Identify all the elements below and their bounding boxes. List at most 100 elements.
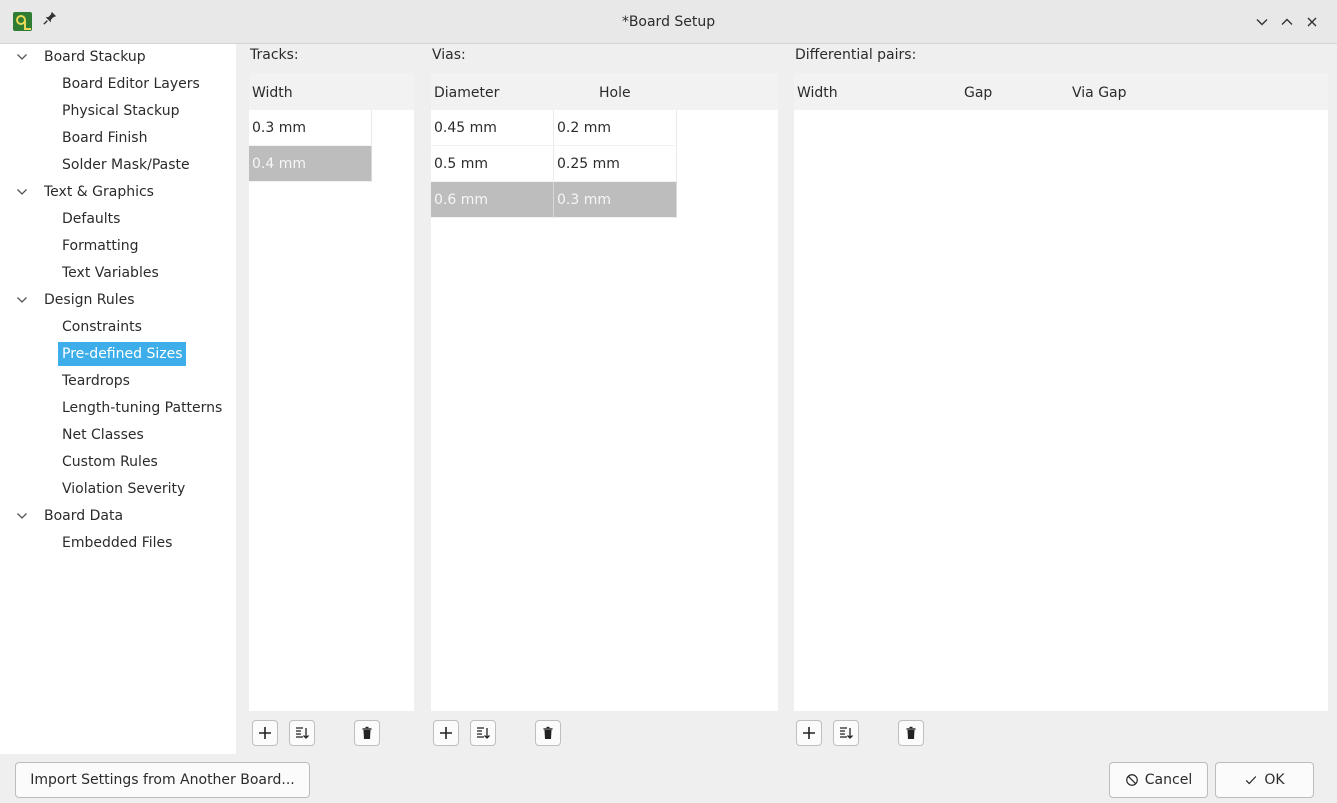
vias-label: Vias: xyxy=(432,47,466,63)
sort-icon xyxy=(477,727,490,739)
sort-icon xyxy=(296,727,309,739)
table-cell[interactable]: 0.4 mm xyxy=(249,146,372,182)
table-cell[interactable]: 0.25 mm xyxy=(554,146,677,182)
cancel-label: Cancel xyxy=(1144,772,1193,788)
add-track-button[interactable] xyxy=(252,720,278,746)
table-cell[interactable]: 0.2 mm xyxy=(554,110,677,146)
table-cell[interactable]: 0.3 mm xyxy=(249,110,372,146)
plus-icon xyxy=(440,727,452,739)
tree-item-label: Board Finish xyxy=(62,130,148,146)
tree-item-violation-severity[interactable]: Violation Severity xyxy=(0,476,236,503)
tree-item-physical-stackup[interactable]: Physical Stackup xyxy=(0,98,236,125)
diff-pairs-label: Differential pairs: xyxy=(795,47,917,63)
sort-diff-pairs-button[interactable] xyxy=(833,720,859,746)
tree-item-label: Physical Stackup xyxy=(62,103,180,119)
trash-icon xyxy=(362,726,372,739)
trash-icon xyxy=(906,726,916,739)
chevron-down-icon xyxy=(1256,19,1268,26)
tree-item-label: Pre-defined Sizes xyxy=(58,342,187,366)
tree-item-board-editor-layers[interactable]: Board Editor Layers xyxy=(0,71,236,98)
tree-item-board-finish[interactable]: Board Finish xyxy=(0,125,236,152)
tree-item-pre-defined-sizes[interactable]: Pre-defined Sizes xyxy=(0,341,236,368)
tree-item-label: Constraints xyxy=(62,319,142,335)
table-cell[interactable]: 0.45 mm xyxy=(431,110,554,146)
column-header-diameter[interactable]: Diameter xyxy=(434,73,499,113)
chevron-down-icon[interactable] xyxy=(16,51,28,63)
tree-item-text-graphics[interactable]: Text & Graphics xyxy=(0,179,236,206)
sort-icon xyxy=(840,727,853,739)
settings-tree: Board Stackup Board Editor Layers Physical… xyxy=(0,44,236,754)
tree-item-board-data[interactable]: Board Data xyxy=(0,503,236,530)
tree-item-net-classes[interactable]: Net Classes xyxy=(0,422,236,449)
tree-item-label: Violation Severity xyxy=(62,481,186,497)
tree-item-text-variables[interactable]: Text Variables xyxy=(0,260,236,287)
ok-label: OK xyxy=(1264,772,1285,788)
tree-item-embedded-files[interactable]: Embedded Files xyxy=(0,530,236,557)
table-cell[interactable]: 0.5 mm xyxy=(431,146,554,182)
diff-pairs-grid[interactable]: Width Gap Via Gap xyxy=(794,73,1328,711)
tree-item-label: Text Variables xyxy=(62,265,159,281)
tree-item-label: Solder Mask/Paste xyxy=(62,157,190,173)
tree-item-label: Custom Rules xyxy=(62,454,158,470)
tree-item-design-rules[interactable]: Design Rules xyxy=(0,287,236,314)
column-header-hole[interactable]: Hole xyxy=(599,73,631,113)
maximize-button[interactable] xyxy=(1277,12,1297,32)
plus-icon xyxy=(803,727,815,739)
vias-grid[interactable]: Diameter Hole 0.45 mm 0.2 mm 0.5 mm 0.25… xyxy=(431,73,778,711)
tree-item-formatting[interactable]: Formatting xyxy=(0,233,236,260)
tree-item-constraints[interactable]: Constraints xyxy=(0,314,236,341)
add-diff-pair-button[interactable] xyxy=(796,720,822,746)
tree-item-length-tuning-patterns[interactable]: Length-tuning Patterns xyxy=(0,395,236,422)
tracks-grid[interactable]: Width 0.3 mm 0.4 mm xyxy=(249,73,414,711)
close-icon xyxy=(1307,17,1317,27)
diff-pairs-grid-header: Width Gap Via Gap xyxy=(794,73,1328,110)
column-header-width[interactable]: Width xyxy=(252,73,293,113)
ok-button[interactable]: OK xyxy=(1215,762,1314,798)
tree-item-label: Net Classes xyxy=(62,427,144,443)
delete-via-button[interactable] xyxy=(535,720,561,746)
vias-grid-header: Diameter Hole xyxy=(431,73,778,110)
chevron-down-icon[interactable] xyxy=(16,186,28,198)
column-header-width[interactable]: Width xyxy=(797,73,838,113)
window-title: *Board Setup xyxy=(621,14,716,30)
tree-item-label: Board Data xyxy=(44,508,124,524)
column-header-gap[interactable]: Gap xyxy=(964,73,992,113)
sort-tracks-button[interactable] xyxy=(289,720,315,746)
import-settings-label: Import Settings from Another Board... xyxy=(30,772,295,788)
tree-item-label: Formatting xyxy=(62,238,139,254)
column-header-via-gap[interactable]: Via Gap xyxy=(1072,73,1127,113)
plus-icon xyxy=(259,727,271,739)
tree-item-label: Board Stackup xyxy=(44,49,146,65)
chevron-up-icon xyxy=(1281,18,1293,25)
tree-item-defaults[interactable]: Defaults xyxy=(0,206,236,233)
cancel-icon xyxy=(1125,773,1139,787)
add-via-button[interactable] xyxy=(433,720,459,746)
delete-diff-pair-button[interactable] xyxy=(898,720,924,746)
tree-item-label: Embedded Files xyxy=(62,535,173,551)
close-button[interactable] xyxy=(1302,12,1322,32)
tree-item-label: Teardrops xyxy=(62,373,130,389)
delete-track-button[interactable] xyxy=(354,720,380,746)
checkmark-icon xyxy=(1244,773,1258,787)
chevron-down-icon[interactable] xyxy=(16,294,28,306)
tree-item-label: Length-tuning Patterns xyxy=(62,400,223,416)
table-cell[interactable]: 0.6 mm xyxy=(431,182,554,218)
tree-item-label: Text & Graphics xyxy=(44,184,154,200)
tracks-label: Tracks: xyxy=(250,47,299,63)
tree-item-solder-mask-paste[interactable]: Solder Mask/Paste xyxy=(0,152,236,179)
cancel-button[interactable]: Cancel xyxy=(1109,762,1208,798)
import-settings-button[interactable]: Import Settings from Another Board... xyxy=(15,762,310,798)
tracks-grid-header: Width xyxy=(249,73,414,110)
table-cell[interactable]: 0.3 mm xyxy=(554,182,677,218)
tree-item-label: Design Rules xyxy=(44,292,135,308)
tree-item-custom-rules[interactable]: Custom Rules xyxy=(0,449,236,476)
tree-item-label: Defaults xyxy=(62,211,121,227)
title-bar: *Board Setup xyxy=(0,0,1337,44)
trash-icon xyxy=(543,726,553,739)
minimize-button[interactable] xyxy=(1252,12,1272,32)
sort-vias-button[interactable] xyxy=(470,720,496,746)
tree-item-label: Board Editor Layers xyxy=(62,76,200,92)
tree-item-teardrops[interactable]: Teardrops xyxy=(0,368,236,395)
chevron-down-icon[interactable] xyxy=(16,510,28,522)
tree-item-board-stackup[interactable]: Board Stackup xyxy=(0,44,236,71)
